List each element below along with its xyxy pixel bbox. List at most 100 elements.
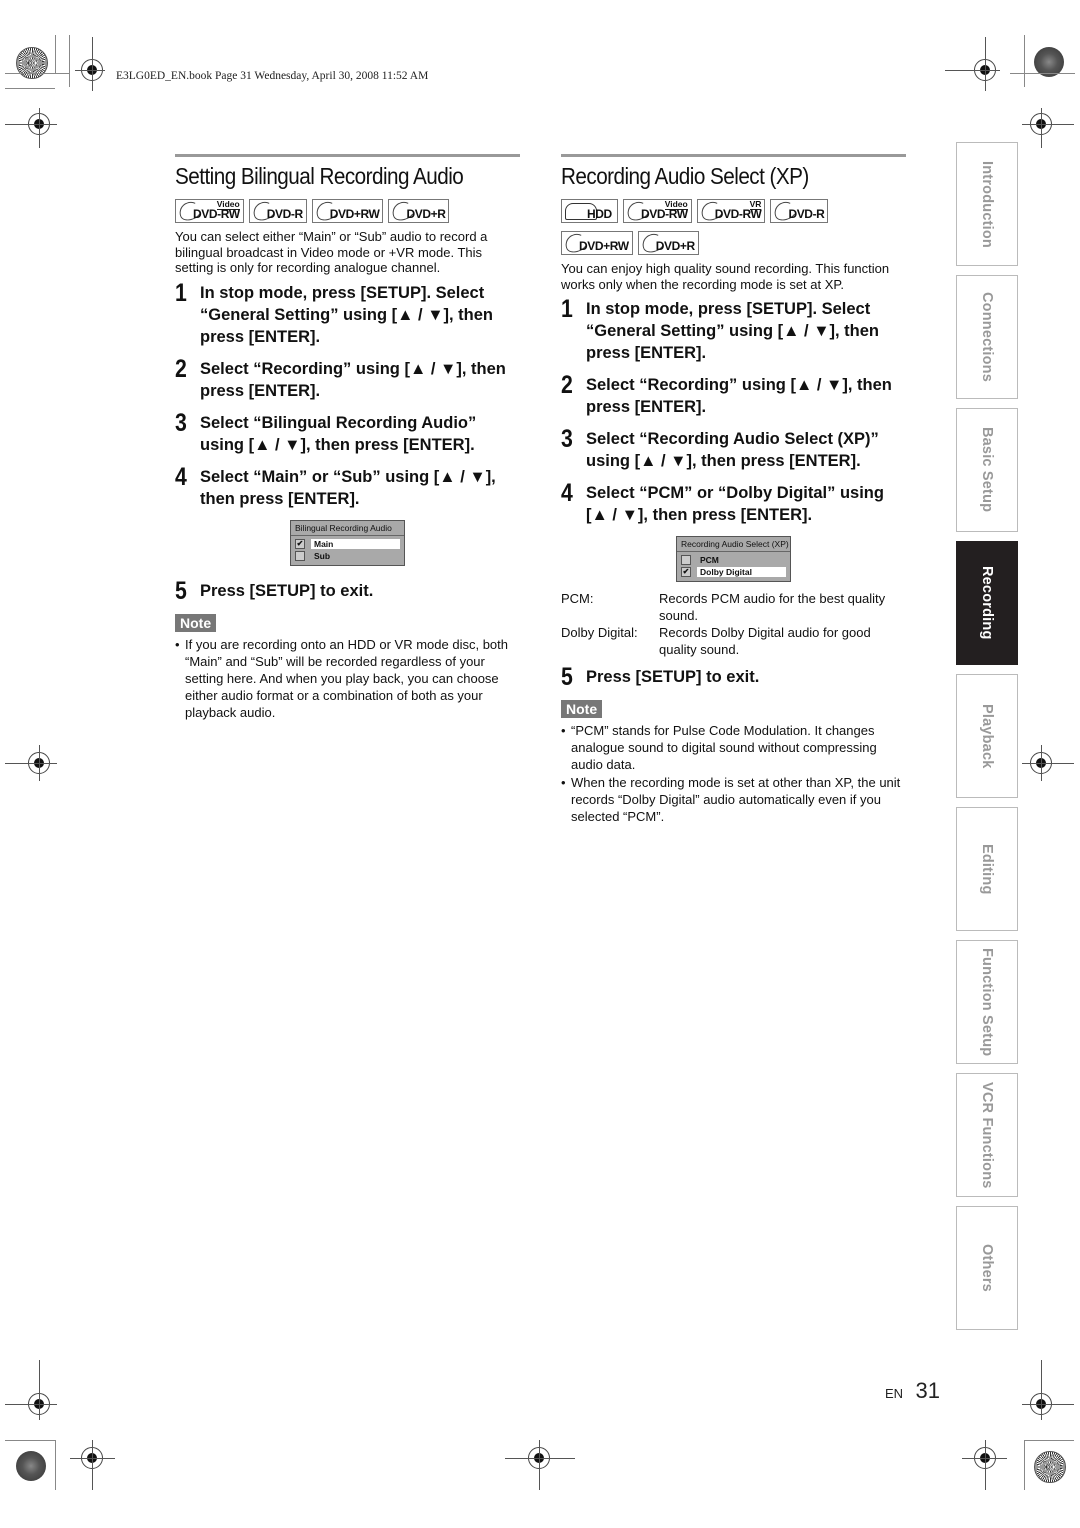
step-text: Select “PCM” or “Dolby Digital” using [▲… — [586, 484, 884, 524]
osd-option-dolby-digital[interactable]: ✔ Dolby Digital — [677, 566, 790, 578]
tab-vcr-functions[interactable]: VCR Functions — [956, 1073, 1018, 1197]
crop-mark — [1010, 73, 1075, 74]
crop-mark — [69, 35, 70, 87]
step-4: 4 Select “Main” or “Sub” using [▲ / ▼], … — [175, 462, 520, 510]
step-text: Select “Recording” using [▲ / ▼], then p… — [200, 359, 506, 400]
tab-connections[interactable]: Connections — [956, 275, 1018, 399]
step-number: 1 — [561, 295, 573, 323]
crop-mark — [1041, 1360, 1042, 1420]
crop-mark — [945, 70, 1000, 71]
section-recording-audio-select: Recording Audio Select (XP) HDD Video DVD-… — [561, 154, 906, 825]
step-1: 1 In stop mode, press [SETUP]. Select “G… — [561, 295, 906, 364]
note-label: Note — [175, 613, 217, 632]
tab-label: Playback — [979, 703, 995, 769]
note-item: When the recording mode is set at other … — [561, 774, 906, 826]
step-text: Select “Recording” using [▲ / ▼], then p… — [586, 376, 892, 416]
step-number: 1 — [175, 278, 187, 307]
crop-mark — [5, 88, 55, 89]
osd-option-sub[interactable]: Sub — [291, 550, 404, 562]
disc-badge-label: DVD-R — [788, 207, 825, 221]
osd-option-label: Dolby Digital — [697, 567, 786, 577]
step-text: In stop mode, press [SETUP]. Select “Gen… — [200, 283, 494, 346]
step-text: Select “Bilingual Recording Audio” using… — [200, 413, 477, 454]
step-5: 5 Press [SETUP] to exit. — [561, 663, 906, 691]
book-header: E3LG0ED_EN.book Page 31 Wednesday, April… — [116, 70, 429, 82]
step-number: 5 — [175, 576, 187, 605]
note-item: “PCM” stands for Pulse Code Modulation. … — [561, 722, 906, 774]
section-title: Setting Bilingual Recording Audio — [175, 163, 464, 189]
disc-badge: DVD+R — [637, 230, 699, 256]
disc-badge: Video DVD-RW — [175, 198, 244, 224]
step-text: Press [SETUP] to exit. — [200, 581, 374, 600]
step-2: 2 Select “Recording” using [▲ / ▼], then… — [561, 371, 906, 418]
crop-mark — [55, 35, 56, 73]
definition-desc: Records PCM audio for the best quality s… — [659, 591, 886, 623]
crop-mark — [1041, 745, 1042, 781]
section-rule — [561, 154, 906, 157]
disc-badge: VR DVD-RW — [696, 198, 766, 224]
section-bilingual-recording-audio: Setting Bilingual Recording Audio Video D… — [175, 154, 520, 722]
step-text: Select “Main” or “Sub” using [▲ / ▼], th… — [200, 467, 496, 508]
crop-mark — [5, 124, 57, 125]
registration-starburst-icon — [16, 47, 48, 79]
checkbox-unchecked-icon — [681, 555, 691, 565]
osd-option-label: Sub — [314, 550, 331, 561]
disc-badge-label: DVD+R — [406, 207, 446, 221]
step-3: 3 Select “Bilingual Recording Audio” usi… — [175, 410, 520, 456]
crop-mark — [39, 108, 40, 148]
disc-badge-label: DVD+R — [655, 239, 695, 253]
tab-function-setup[interactable]: Function Setup — [956, 940, 1018, 1064]
crop-mark — [55, 1440, 56, 1490]
registration-starburst-icon — [1034, 1451, 1066, 1483]
step-number: 3 — [561, 425, 573, 453]
crop-mark — [985, 1440, 986, 1490]
page-number-value: 31 — [915, 1378, 940, 1403]
step-3: 3 Select “Recording Audio Select (XP)” u… — [561, 425, 906, 472]
tab-basic-setup[interactable]: Basic Setup — [956, 408, 1018, 532]
step-1: 1 In stop mode, press [SETUP]. Select “G… — [175, 278, 520, 348]
osd-option-pcm[interactable]: PCM — [677, 554, 790, 566]
step-2: 2 Select “Recording” using [▲ / ▼], then… — [175, 354, 520, 402]
crop-mark — [1022, 124, 1074, 125]
step-number: 2 — [561, 371, 573, 399]
note-item: If you are recording onto an HDD or VR m… — [175, 636, 520, 722]
tab-others[interactable]: Others — [956, 1206, 1018, 1330]
intro-text: You can select either “Main” or “Sub” au… — [175, 229, 488, 275]
step-number: 4 — [561, 479, 573, 507]
osd-option-label: PCM — [700, 555, 719, 565]
tab-label: Connections — [979, 291, 995, 382]
checkbox-checked-icon: ✔ — [681, 567, 691, 577]
step-number: 4 — [175, 462, 187, 491]
disc-badge-label: DVD-RW — [193, 207, 240, 221]
checkbox-checked-icon: ✔ — [295, 538, 305, 549]
step-5: 5 Press [SETUP] to exit. — [175, 576, 520, 605]
language-code: EN — [885, 1386, 904, 1401]
definition-term: Dolby Digital: — [561, 625, 638, 640]
osd-title: Bilingual Recording Audio — [291, 521, 404, 536]
tab-playback[interactable]: Playback — [956, 674, 1018, 798]
crop-mark — [1024, 35, 1025, 87]
disc-badge: HDD — [561, 199, 618, 223]
step-number: 2 — [175, 354, 187, 383]
step-number: 5 — [561, 663, 573, 691]
disc-badge-label: HDD — [587, 207, 612, 221]
tab-recording[interactable]: Recording — [956, 541, 1018, 665]
osd-option-main[interactable]: ✔ Main — [291, 538, 404, 550]
tab-label: Editing — [979, 843, 995, 895]
disc-badge: DVD+RW — [311, 198, 384, 224]
section-title: Recording Audio Select (XP) — [561, 163, 809, 189]
crop-mark — [75, 70, 105, 71]
step-text: Press [SETUP] to exit. — [586, 668, 760, 686]
crop-mark — [1022, 1404, 1074, 1405]
disc-badge-label: DVD-RW — [641, 207, 688, 221]
crop-mark — [39, 745, 40, 781]
crop-mark — [505, 1458, 575, 1459]
crop-mark — [5, 73, 69, 74]
crop-mark — [539, 1440, 540, 1490]
disc-badge-label: DVD-R — [266, 207, 303, 221]
crop-mark — [5, 763, 57, 764]
tab-introduction[interactable]: Introduction — [956, 142, 1018, 266]
tab-editing[interactable]: Editing — [956, 807, 1018, 931]
section-rule — [175, 154, 520, 157]
disc-badge: DVD+R — [388, 198, 450, 224]
